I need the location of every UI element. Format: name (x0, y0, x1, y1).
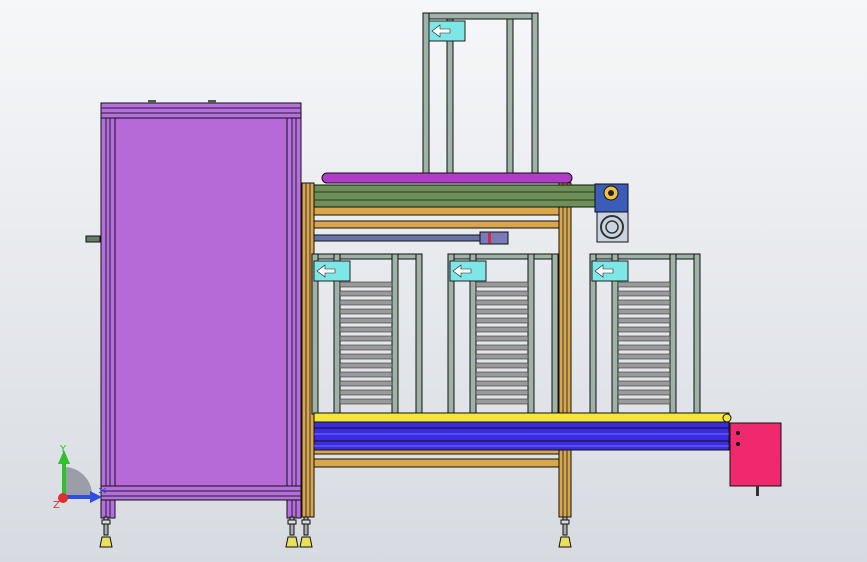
cad-viewport[interactable]: Y X Z (0, 0, 867, 562)
triad-shadow (64, 467, 92, 495)
z-axis-label: Z (53, 500, 60, 511)
axis-triad: Y X Z (53, 444, 109, 511)
x-axis-label: X (98, 487, 109, 494)
y-axis-label: Y (59, 444, 67, 455)
